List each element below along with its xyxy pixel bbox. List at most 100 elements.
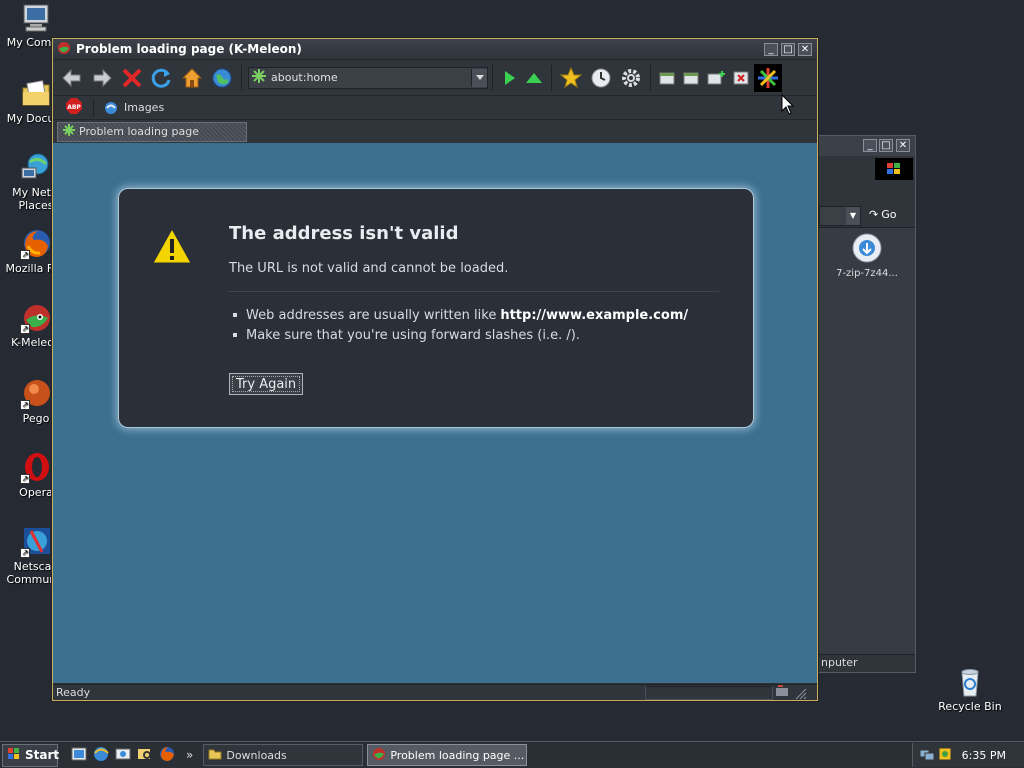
bookmarks-button[interactable] (557, 64, 585, 92)
tray-icons (919, 746, 953, 765)
tab-problem-loading[interactable]: Problem loading page (57, 121, 247, 142)
search-icon[interactable] (136, 745, 154, 766)
background-window-status: nputer (819, 654, 915, 672)
desktop-icon-label: Recycle Bin (938, 700, 1002, 713)
new-window-icon (707, 70, 725, 84)
browser-window[interactable]: Problem loading page (K-Meleon) _ □ ✕ ab… (52, 38, 818, 701)
home-icon (181, 67, 203, 87)
file-name: 7-zip-7z44... (836, 268, 898, 279)
toolbar-separator (492, 64, 493, 91)
pego-icon: ↗ (20, 378, 52, 410)
minimize-button[interactable]: _ (764, 43, 778, 56)
svg-text:ABP: ABP (67, 104, 81, 111)
background-window-titlebar[interactable]: _ □ ✕ (819, 136, 915, 156)
kmeleon-icon (372, 747, 386, 764)
reload-icon (151, 68, 171, 88)
star-icon (559, 66, 583, 88)
go-button[interactable]: ↷ Go (869, 208, 896, 221)
address-field[interactable]: ▼ (819, 206, 861, 226)
stop-x-icon (122, 68, 142, 87)
close-layer-button[interactable] (730, 64, 752, 92)
navigation-toolbar (53, 60, 817, 96)
url-dropdown-button[interactable] (471, 68, 487, 87)
layer-prev-button[interactable] (656, 64, 678, 92)
stop-button[interactable] (118, 64, 146, 92)
list-item: Web addresses are usually written like h… (233, 305, 688, 325)
close-window-icon (733, 71, 749, 84)
mouse-cursor-icon (781, 93, 795, 119)
forward-button[interactable] (88, 64, 116, 92)
network-tray-icon[interactable] (919, 746, 935, 765)
url-input[interactable] (271, 68, 471, 87)
reload-button[interactable] (148, 64, 176, 92)
divider (229, 291, 719, 292)
new-layer-button[interactable] (704, 64, 728, 92)
resize-grip-icon[interactable] (793, 686, 807, 700)
status-text: Ready (56, 686, 91, 699)
windows-logo-icon (875, 158, 913, 180)
file-item[interactable]: 7-zip-7z44... (819, 232, 915, 279)
go-arrow-icon: ↷ (869, 208, 879, 221)
system-tray: 6:35 PM (912, 743, 1024, 767)
back-button[interactable] (58, 64, 86, 92)
images-toggle[interactable]: Images (104, 101, 164, 115)
chevron-down-icon[interactable]: ▼ (846, 207, 860, 225)
home-button[interactable] (178, 64, 206, 92)
toolbar-separator (650, 64, 651, 91)
settings-button[interactable] (617, 64, 645, 92)
page-content: The address isn't valid The URL is not v… (53, 143, 817, 683)
maximize-button[interactable]: □ (879, 139, 893, 152)
recycle-bin-icon (954, 666, 986, 698)
up-button[interactable] (522, 64, 546, 92)
download-file-icon (851, 232, 883, 264)
close-button[interactable]: ✕ (896, 139, 910, 152)
security-icon (775, 685, 793, 700)
window-title: Problem loading page (K-Meleon) (76, 42, 302, 56)
quick-launch: » (70, 745, 193, 766)
opera-icon: ↗ (20, 452, 52, 484)
toolbar-separator (93, 98, 94, 117)
toolbar-separator (551, 64, 552, 91)
outlook-icon[interactable] (114, 745, 132, 766)
error-heading: The address isn't valid (229, 223, 459, 244)
start-button[interactable]: Start (2, 743, 59, 767)
error-box: The address isn't valid The URL is not v… (118, 188, 754, 428)
globe-icon (212, 68, 232, 87)
firefox-icon[interactable] (158, 745, 176, 766)
chevron-down-icon (475, 74, 484, 80)
status-bar: Ready (53, 684, 817, 700)
back-arrow-icon (62, 68, 81, 87)
internet-explorer-icon[interactable] (92, 745, 110, 766)
close-button[interactable]: ✕ (798, 43, 812, 56)
try-again-button[interactable]: Try Again (229, 373, 304, 395)
task-problem-loading-page[interactable]: Problem loading page ... (367, 744, 528, 766)
history-button[interactable] (587, 64, 615, 92)
minimize-button[interactable]: _ (863, 139, 877, 152)
maximize-button[interactable]: □ (781, 43, 795, 56)
task-downloads[interactable]: Downloads (203, 744, 364, 766)
background-explorer-window[interactable]: _ □ ✕ ▼ ↷ Go 7-zip-7z44... nputer (818, 135, 916, 673)
adblock-icon[interactable]: ABP (65, 97, 83, 118)
url-bar[interactable] (248, 66, 488, 89)
window-right-icon (683, 72, 699, 84)
error-suggestions: Web addresses are usually written like h… (233, 305, 688, 345)
folder-icon (208, 747, 222, 764)
error-description: The URL is not valid and cannot be loade… (229, 261, 509, 276)
list-item: Make sure that you're using forward slas… (233, 325, 688, 345)
kmeleon-throbber (754, 63, 782, 92)
chevron-right-icon[interactable]: » (186, 748, 193, 762)
play-arrow-icon (505, 70, 515, 85)
go-button[interactable] (498, 64, 520, 92)
desktop-icon-recycle-bin[interactable]: Recycle Bin (934, 666, 1006, 713)
documents-icon (20, 78, 52, 110)
images-icon (105, 101, 117, 114)
gear-icon (622, 68, 640, 87)
toolbar-separator (241, 64, 242, 91)
window-titlebar[interactable]: Problem loading page (K-Meleon) _ □ ✕ (53, 39, 817, 60)
security-tray-icon[interactable] (937, 746, 953, 765)
layer-next-button[interactable] (680, 64, 702, 92)
globe-button[interactable] (208, 64, 236, 92)
kmeleon-page-icon (251, 68, 267, 87)
show-desktop-icon[interactable] (70, 745, 88, 766)
forward-arrow-icon (93, 68, 112, 87)
